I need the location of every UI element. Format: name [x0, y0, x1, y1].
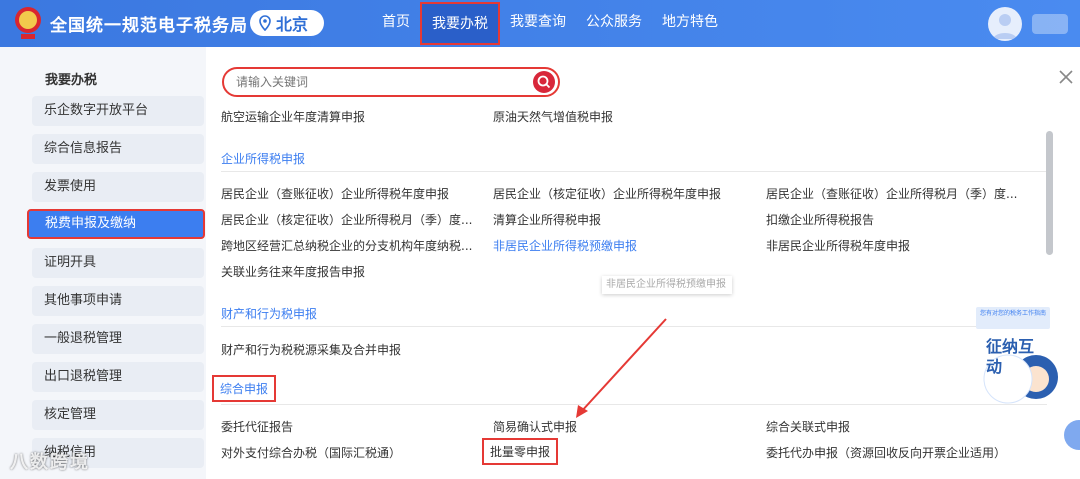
- link-property-1[interactable]: 财产和行为税税源采集及合并申报: [221, 341, 401, 358]
- sidebar: 我要办税 乐企数字开放平台 综合信息报告 发票使用 税费申报及缴纳 证明开具 其…: [0, 47, 206, 479]
- hover-tooltip: 非居民企业所得税预缴申报: [602, 276, 732, 294]
- location-pin-icon: [259, 15, 271, 31]
- annotation-arrow-icon: [576, 318, 667, 418]
- top-bar: 全国统一规范电子税务局 北京 首页 我要办税 我要查询 公众服务 地方特色: [0, 0, 1080, 47]
- sidebar-item-tax-declaration[interactable]: 税费申报及缴纳: [27, 209, 205, 239]
- sidebar-item-invoice[interactable]: 发票使用: [32, 172, 204, 202]
- link-comp-6[interactable]: 委托代办申报（资源回收反向开票企业适用）: [766, 444, 1006, 461]
- sidebar-item-other-requests[interactable]: 其他事项申请: [32, 286, 204, 316]
- sidebar-title: 我要办税: [45, 73, 98, 88]
- region-label: 北京: [276, 15, 309, 34]
- link-cit-9[interactable]: 非居民企业所得税年度申报: [766, 237, 910, 254]
- link-cit-1[interactable]: 居民企业（查账征收）企业所得税年度申报: [221, 185, 449, 202]
- user-name-blurred[interactable]: [1032, 14, 1068, 34]
- link-cit-5[interactable]: 清算企业所得税申报: [493, 211, 601, 228]
- search-box[interactable]: [222, 67, 560, 97]
- sidebar-item-export-refund[interactable]: 出口退税管理: [32, 362, 204, 392]
- national-emblem-icon: [15, 7, 41, 39]
- link-crude-oil-vat[interactable]: 原油天然气增值税申报: [493, 108, 613, 125]
- section-title-cit: 企业所得税申报: [221, 152, 306, 166]
- link-cit-3[interactable]: 居民企业（查账征收）企业所得税月（季）度...: [766, 185, 1017, 202]
- user-avatar[interactable]: [988, 7, 1022, 41]
- mascot-label: 征纳互动: [986, 337, 1035, 376]
- sidebar-item-refund[interactable]: 一般退税管理: [32, 324, 204, 354]
- link-comp-5[interactable]: 批量零申报: [482, 438, 559, 465]
- sidebar-item-assessment[interactable]: 核定管理: [32, 400, 204, 430]
- sidebar-item-info-report[interactable]: 综合信息报告: [32, 134, 204, 164]
- search-button[interactable]: [533, 71, 555, 93]
- nav-home[interactable]: 首页: [372, 0, 420, 47]
- search-icon: [537, 75, 551, 89]
- link-cit-10[interactable]: 关联业务往来年度报告申报: [221, 263, 365, 280]
- link-cit-7[interactable]: 跨地区经营汇总纳税企业的分支机构年度纳税...: [221, 237, 472, 254]
- link-cit-8[interactable]: 非居民企业所得税预缴申报: [493, 237, 637, 254]
- watermark: 八数跨境: [10, 452, 90, 473]
- section-title-property: 财产和行为税申报: [221, 307, 318, 321]
- close-icon[interactable]: [1058, 69, 1074, 85]
- site-title[interactable]: 全国统一规范电子税务局: [50, 11, 248, 36]
- link-comp-3[interactable]: 综合关联式申报: [766, 418, 850, 435]
- search-input[interactable]: [236, 73, 526, 91]
- nav-local-features[interactable]: 地方特色: [652, 0, 728, 47]
- content-panel: 航空运输企业年度清算申报 原油天然气增值税申报 企业所得税申报 居民企业（查账征…: [206, 47, 1080, 479]
- mascot-tip: 您有对您的税务工作指南: [978, 309, 1048, 329]
- link-cit-6[interactable]: 扣缴企业所得税报告: [766, 211, 874, 228]
- link-aviation-annual[interactable]: 航空运输企业年度清算申报: [221, 108, 365, 125]
- nav-query[interactable]: 我要查询: [500, 0, 576, 47]
- divider: [221, 171, 1047, 172]
- scrollbar[interactable]: [1046, 131, 1053, 255]
- link-comp-4[interactable]: 对外支付综合办税（国际汇税通）: [221, 444, 401, 461]
- nav-tax-handling[interactable]: 我要办税: [420, 2, 500, 45]
- sidebar-item-leqi[interactable]: 乐企数字开放平台: [32, 96, 204, 126]
- user-icon: [993, 14, 1017, 39]
- nav-public-service[interactable]: 公众服务: [576, 0, 652, 47]
- link-comp-1[interactable]: 委托代征报告: [221, 418, 293, 435]
- main-nav: 首页 我要办税 我要查询 公众服务 地方特色: [372, 0, 728, 47]
- section-title-comprehensive: 综合申报: [212, 375, 277, 402]
- link-cit-4[interactable]: 居民企业（核定征收）企业所得税月（季）度...: [221, 211, 472, 228]
- region-selector[interactable]: 北京: [250, 10, 324, 36]
- link-comp-2[interactable]: 简易确认式申报: [493, 418, 577, 435]
- link-cit-2[interactable]: 居民企业（核定征收）企业所得税年度申报: [493, 185, 721, 202]
- sidebar-item-certificate[interactable]: 证明开具: [32, 248, 204, 278]
